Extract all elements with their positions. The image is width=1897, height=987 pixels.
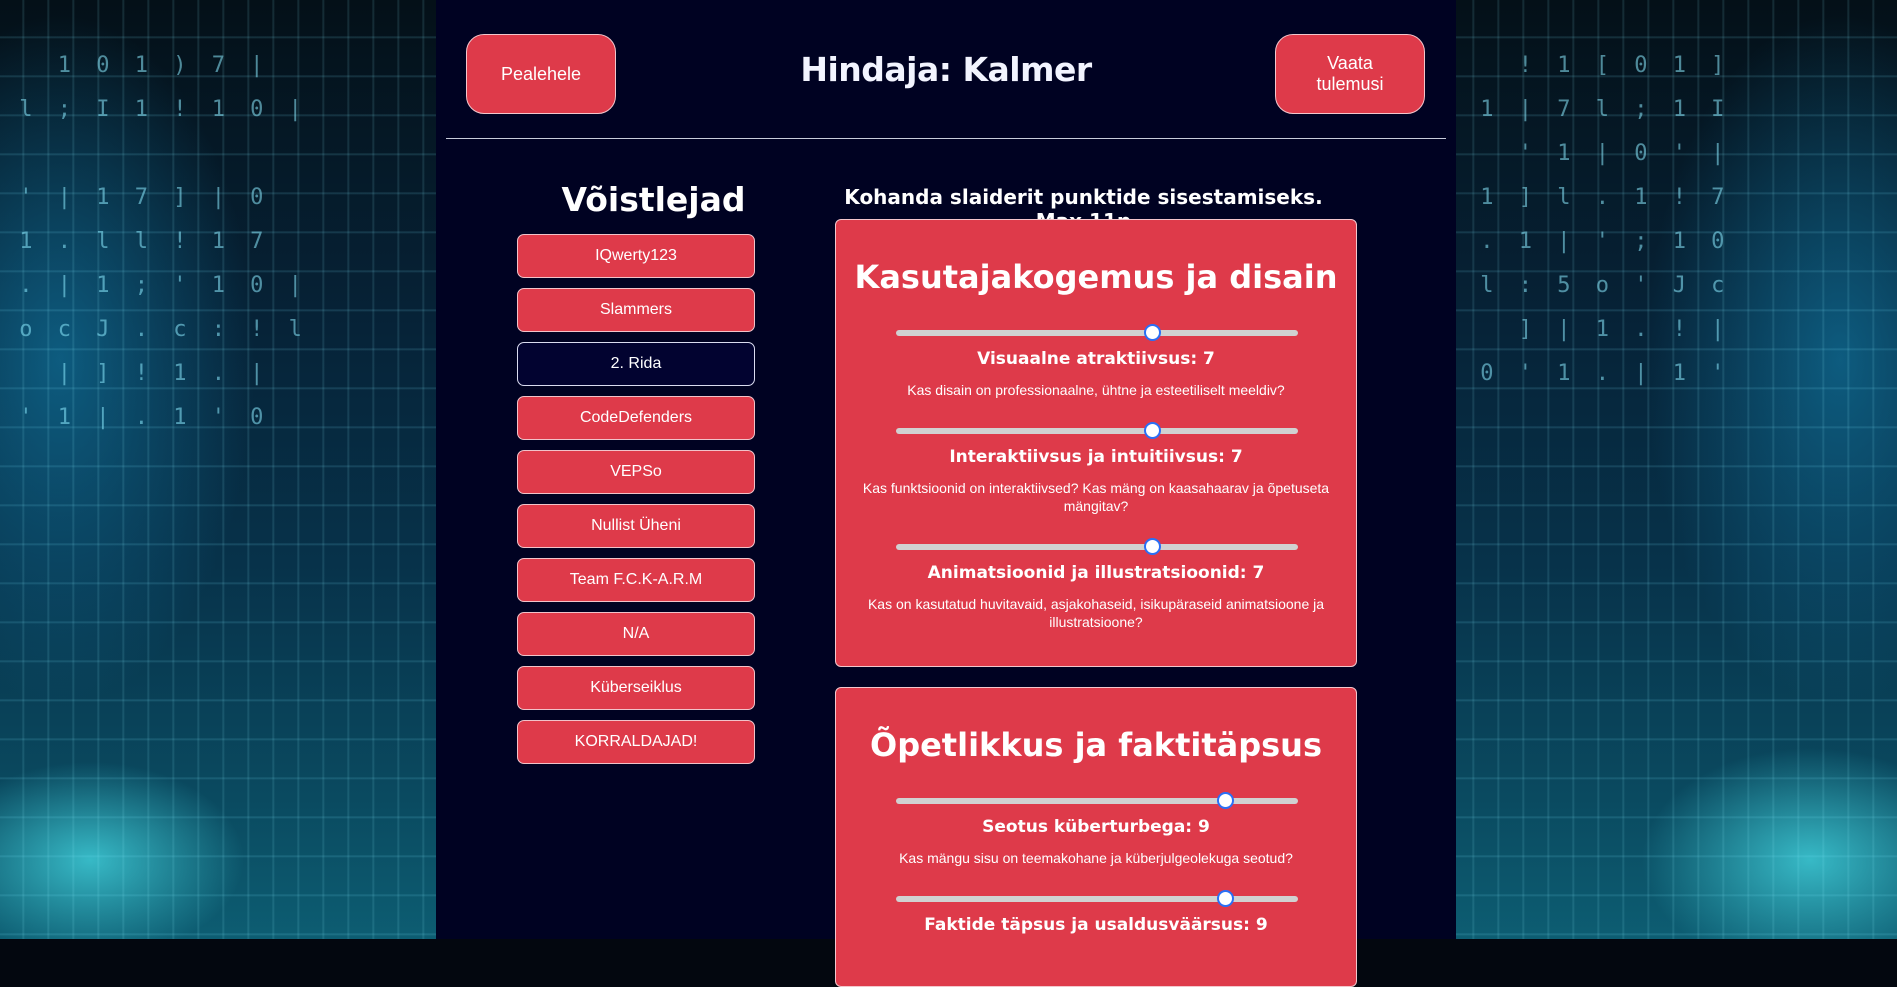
- score-slider[interactable]: [896, 538, 1298, 555]
- slider-thumb[interactable]: [1143, 422, 1161, 439]
- criterion-label: Seotus küberturbega: 9: [982, 817, 1210, 837]
- score-slider[interactable]: [896, 890, 1298, 907]
- competitor-button[interactable]: Team F.C.K-A.R.M: [517, 558, 755, 602]
- competitor-button[interactable]: VEPSo: [517, 450, 755, 494]
- competitor-button-active[interactable]: 2. Rida: [517, 342, 755, 386]
- background-code-left: 1 0 1 ) 7 | l ; I 1 ! 1 0 | ' | 1 7 ] | …: [19, 53, 308, 430]
- background-code-right: ! 1 [ 0 1 ] 1 | 7 l ; 1 I ' 1 | 0 ' | 1 …: [1480, 53, 1731, 386]
- main-panel: Pealehele Hindaja: Kalmer Vaata tulemusi…: [436, 0, 1456, 987]
- page-title: Hindaja: Kalmer: [800, 50, 1092, 89]
- competitor-button[interactable]: CodeDefenders: [517, 396, 755, 440]
- criterion-label: Visuaalne atraktiivsus: 7: [977, 349, 1215, 369]
- competitor-list: IQwerty123 Slammers 2. Rida CodeDefender…: [517, 234, 755, 774]
- view-results-button[interactable]: Vaata tulemusi: [1275, 34, 1425, 114]
- slider-thumb[interactable]: [1216, 792, 1234, 809]
- criterion-description: Kas on kasutatud huvitavaid, asjakohasei…: [867, 596, 1325, 630]
- home-button[interactable]: Pealehele: [466, 34, 616, 114]
- header-divider: [446, 138, 1446, 139]
- competitor-button[interactable]: KORRALDAJAD!: [517, 720, 755, 764]
- competitor-button[interactable]: Nullist Üheni: [517, 504, 755, 548]
- criterion-description: Kas mängu sisu on teemakohane ja küberju…: [899, 850, 1293, 866]
- criterion-label: Animatsioonid ja illustratsioonid: 7: [927, 563, 1265, 583]
- header: Pealehele Hindaja: Kalmer Vaata tulemusi: [436, 0, 1456, 140]
- competitor-button[interactable]: N/A: [517, 612, 755, 656]
- score-slider[interactable]: [896, 422, 1298, 439]
- competitor-button[interactable]: IQwerty123: [517, 234, 755, 278]
- score-slider[interactable]: [896, 324, 1298, 341]
- competitor-button[interactable]: Slammers: [517, 288, 755, 332]
- slider-thumb[interactable]: [1143, 324, 1161, 341]
- score-slider[interactable]: [896, 792, 1298, 809]
- category-title: Õpetlikkus ja faktitäpsus: [869, 726, 1322, 764]
- criterion-label: Interaktiivsus ja intuitiivsus: 7: [949, 447, 1243, 467]
- criterion-description: Kas disain on professionaalne, ühtne ja …: [907, 382, 1285, 398]
- category-card-ux: Kasutajakogemus ja disain Visuaalne atra…: [835, 219, 1357, 667]
- slider-thumb[interactable]: [1143, 538, 1161, 555]
- competitor-button[interactable]: Küberseiklus: [517, 666, 755, 710]
- category-title: Kasutajakogemus ja disain: [854, 258, 1338, 296]
- criterion-description: Kas funktsioonid on interaktiivsed? Kas …: [862, 480, 1330, 514]
- slider-thumb[interactable]: [1216, 890, 1234, 907]
- criterion-label: Faktide täpsus ja usaldusväärsus: 9: [924, 915, 1268, 935]
- category-card-education: Õpetlikkus ja faktitäpsus Seotus kübertu…: [835, 687, 1357, 987]
- competitors-title: Võistlejad: [561, 180, 746, 219]
